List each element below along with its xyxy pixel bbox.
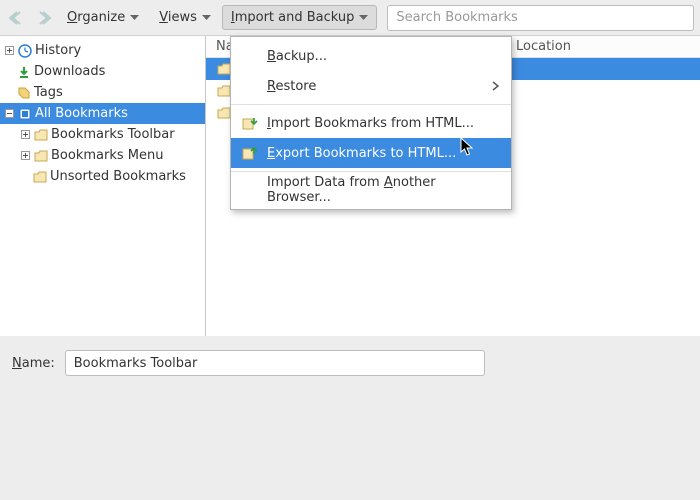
detail-bar: Name: [0,336,700,390]
chevron-down-icon [202,15,211,21]
name-label: Name: [12,356,55,371]
import-icon [241,116,259,130]
menu-item-backup[interactable]: Backup... [231,41,511,71]
forward-icon [34,8,54,28]
forward-button[interactable] [32,6,56,30]
sidebar-item-label: Bookmarks Menu [51,148,163,163]
back-icon [8,8,28,28]
views-button[interactable]: Views [150,5,220,30]
chevron-right-icon [492,81,499,91]
name-field[interactable] [65,350,485,376]
sidebar-item-downloads[interactable]: Downloads [0,61,205,82]
sidebar-item-label: Downloads [34,64,105,79]
folder-icon [32,169,48,185]
sidebar-item-label: All Bookmarks [35,106,128,121]
import-backup-button[interactable]: Import and Backup [222,5,378,30]
sidebar-item-bookmarks-toolbar[interactable]: Bookmarks Toolbar [0,124,205,145]
sidebar-item-unsorted[interactable]: Unsorted Bookmarks [0,166,205,187]
sidebar-item-tags[interactable]: Tags [0,82,205,103]
expand-icon[interactable] [20,150,31,161]
menu-item-restore[interactable]: Restore [231,71,511,101]
chevron-down-icon [130,15,139,21]
sidebar: History Downloads Tags All Bookmarks Boo… [0,36,206,336]
tag-icon [16,85,32,101]
column-location[interactable]: Location [506,39,581,54]
menu-separator [231,171,511,172]
sidebar-item-history[interactable]: History [0,40,205,61]
back-button[interactable] [6,6,30,30]
clock-icon [17,43,33,59]
search-box[interactable] [387,5,694,31]
bookmark-root-icon [17,106,33,122]
sidebar-item-label: History [35,43,81,58]
toolbar: Organize Views Import and Backup [0,0,700,36]
menu-separator [231,104,511,105]
chevron-down-icon [359,15,368,21]
sidebar-item-bookmarks-menu[interactable]: Bookmarks Menu [0,145,205,166]
menu-item-label: Import Data from Another Browser... [267,175,499,205]
sidebar-item-all-bookmarks[interactable]: All Bookmarks [0,103,205,124]
folder-icon [33,127,49,143]
menu-item-import-html[interactable]: Import Bookmarks from HTML... [231,108,511,138]
sidebar-item-label: Tags [34,85,63,100]
import-backup-menu: Backup... Restore Import Bookmarks from … [230,36,512,210]
organize-button[interactable]: Organize [58,5,148,30]
export-icon [241,146,259,160]
menu-item-label: Import Bookmarks from HTML... [267,116,499,131]
menu-item-export-html[interactable]: Export Bookmarks to HTML... [231,138,511,168]
search-input[interactable] [396,10,685,25]
sidebar-item-label: Bookmarks Toolbar [51,127,175,142]
views-label: Views [159,10,197,25]
menu-item-label: Export Bookmarks to HTML... [267,146,499,161]
organize-label: Organize [67,10,125,25]
sidebar-item-label: Unsorted Bookmarks [50,169,186,184]
menu-item-label: Backup... [267,49,499,64]
folder-icon [33,148,49,164]
menu-item-label: Restore [267,79,484,94]
import-backup-label: Import and Backup [231,10,355,25]
collapse-icon[interactable] [4,108,15,119]
menu-item-import-browser[interactable]: Import Data from Another Browser... [231,175,511,205]
expand-icon[interactable] [4,45,15,56]
download-icon [16,64,32,80]
expand-icon[interactable] [20,129,31,140]
